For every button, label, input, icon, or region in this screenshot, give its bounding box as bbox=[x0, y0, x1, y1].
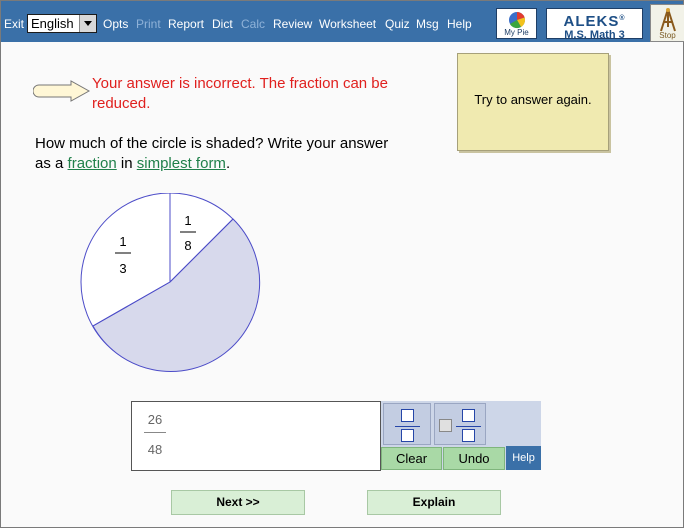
undo-button[interactable]: Undo bbox=[443, 447, 505, 470]
language-select[interactable]: English bbox=[27, 14, 97, 33]
fraction-icon bbox=[401, 409, 414, 422]
course-name: M.S. Math 3 bbox=[564, 29, 625, 41]
retry-hint-box: Try to answer again. bbox=[457, 53, 609, 151]
label-third-denominator: 3 bbox=[119, 261, 126, 276]
simplest-form-link[interactable]: simplest form bbox=[137, 155, 226, 172]
menu-review[interactable]: Review bbox=[273, 17, 312, 31]
menu-report[interactable]: Report bbox=[168, 17, 204, 31]
answer-denominator[interactable]: 48 bbox=[144, 442, 166, 457]
label-third-numerator: 1 bbox=[119, 234, 126, 249]
label-eighth-numerator: 1 bbox=[184, 213, 191, 228]
next-button[interactable]: Next >> bbox=[171, 490, 305, 515]
menu-worksheet[interactable]: Worksheet bbox=[319, 17, 376, 31]
menu-quiz[interactable]: Quiz bbox=[385, 17, 410, 31]
menu-print: Print bbox=[136, 17, 161, 31]
pie-diagram: 1 8 1 3 bbox=[80, 193, 261, 373]
my-pie-button[interactable]: My Pie bbox=[496, 8, 537, 39]
fraction-icon-denominator bbox=[401, 429, 414, 442]
menu-exit[interactable]: Exit bbox=[4, 17, 24, 31]
answer-input-box[interactable]: 26 48 bbox=[131, 401, 381, 471]
menu-opts[interactable]: Opts bbox=[103, 17, 128, 31]
mixed-number-icon-bar bbox=[456, 426, 481, 427]
language-value: English bbox=[31, 16, 74, 31]
stop-easel-icon bbox=[660, 8, 676, 32]
aleks-logo: ALEKS® M.S. Math 3 bbox=[546, 8, 643, 41]
arrow-right-icon bbox=[33, 80, 91, 102]
mixed-number-icon-denominator bbox=[462, 429, 475, 442]
question-end: . bbox=[225, 155, 231, 172]
answer-numerator[interactable]: 26 bbox=[144, 412, 166, 427]
top-menu-bar: Exit English Opts Print Report Dict Calc… bbox=[1, 1, 684, 42]
stop-button[interactable]: Stop bbox=[650, 4, 684, 42]
menu-calc: Calc bbox=[241, 17, 266, 31]
mixed-number-icon bbox=[439, 419, 452, 432]
registered-mark: ® bbox=[619, 15, 626, 22]
feedback-message: Your answer is incorrect. The fraction c… bbox=[92, 75, 388, 112]
question-text: How much of the circle is shaded? Write … bbox=[35, 134, 395, 174]
question-middle: in bbox=[116, 155, 137, 172]
help-button[interactable]: Help bbox=[506, 446, 541, 470]
answer-fraction-bar bbox=[144, 432, 166, 433]
stop-label: Stop bbox=[659, 31, 676, 40]
fraction-tool-button[interactable] bbox=[383, 403, 431, 445]
label-eighth-denominator: 8 bbox=[184, 238, 191, 253]
aleks-title: ALEKS bbox=[563, 13, 620, 30]
clear-button[interactable]: Clear bbox=[381, 447, 442, 470]
pie-chart-icon bbox=[509, 12, 526, 29]
menu-msg[interactable]: Msg bbox=[416, 17, 439, 31]
menu-dict[interactable]: Dict bbox=[212, 17, 233, 31]
retry-hint-text: Try to answer again. bbox=[474, 92, 592, 107]
fraction-link[interactable]: fraction bbox=[68, 155, 117, 172]
mixed-number-icon-numerator bbox=[462, 409, 475, 422]
menu-help[interactable]: Help bbox=[447, 17, 472, 31]
fraction-icon-bar bbox=[395, 426, 420, 427]
chevron-down-icon[interactable] bbox=[79, 15, 96, 32]
mixed-number-tool-button[interactable] bbox=[434, 403, 486, 445]
my-pie-label: My Pie bbox=[504, 28, 529, 37]
explain-button[interactable]: Explain bbox=[367, 490, 501, 515]
